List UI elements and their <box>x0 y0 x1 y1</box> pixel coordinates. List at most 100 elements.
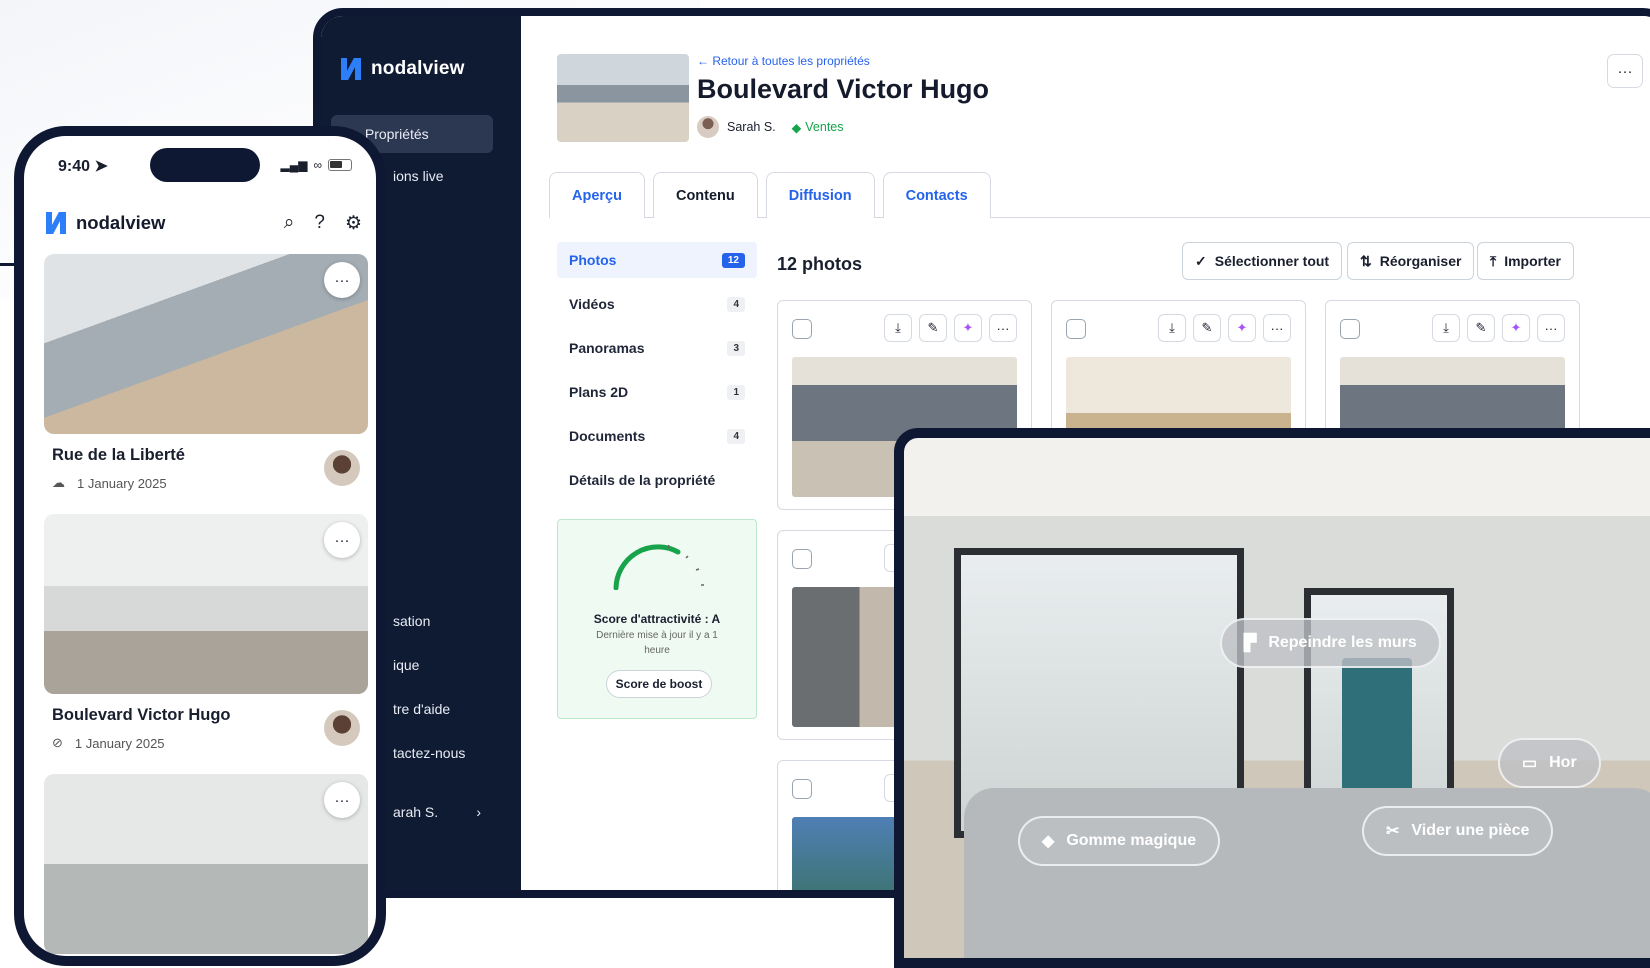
more-icon[interactable]: ··· <box>324 522 360 558</box>
sidebar-user[interactable]: arah S. › <box>381 793 491 831</box>
tab-contacts[interactable]: Contacts <box>882 172 991 218</box>
nodalview-logo-icon <box>46 212 66 234</box>
status-time: 9:40 ➤ <box>58 158 108 175</box>
select-all-button[interactable]: ✓ Sélectionner tout <box>1182 242 1343 280</box>
more-icon[interactable]: ··· <box>1537 314 1565 342</box>
category-photos[interactable]: Photos 12 <box>557 242 757 278</box>
count-badge: 3 <box>727 340 745 356</box>
sofa-image <box>964 788 1650 958</box>
gauge-icon <box>613 544 704 590</box>
category-plans[interactable]: Plans 2D 1 <box>557 374 757 410</box>
edit-icon[interactable]: ✎ <box>919 314 947 342</box>
brand-name: nodalview <box>371 58 465 79</box>
tab-diffusion[interactable]: Diffusion <box>765 172 875 218</box>
listing-image <box>44 514 368 694</box>
avatar <box>697 116 719 138</box>
category-panoramas[interactable]: Panoramas 3 <box>557 330 757 366</box>
score-title: Score d'attractivité : A <box>593 612 721 626</box>
phone-frame: 9:40 ➤ ▂▄▆ ∞ nodalview ⌕ ? ⚙ ··· Rue de … <box>14 126 386 966</box>
listing-card[interactable]: ··· Rue de la Liberté ☁ 1 January 2025 <box>44 254 368 491</box>
tag-icon: ◆ <box>791 120 802 135</box>
avatar <box>324 450 360 486</box>
more-icon[interactable]: ··· <box>324 782 360 818</box>
sparkle-icon[interactable]: ✦ <box>1228 314 1256 342</box>
listing-image <box>44 774 368 954</box>
score-card: Score d'attractivité : A Dernière mise à… <box>557 519 757 719</box>
signal-icon: ▂▄▆ <box>280 158 308 172</box>
edit-icon[interactable]: ✎ <box>1467 314 1495 342</box>
help-icon[interactable]: ? <box>314 212 325 235</box>
listing-image <box>44 254 368 434</box>
repaint-walls-button[interactable]: ▛ Repeindre les murs <box>1220 618 1441 668</box>
sidebar-item-contact[interactable]: tactez-nous <box>381 734 543 772</box>
eraser-icon: ◆ <box>1042 833 1055 850</box>
paint-roller-icon: ▛ <box>1244 635 1257 652</box>
listing-name: Rue de la Liberté <box>52 446 185 464</box>
listing-date: ☁ 1 January 2025 <box>52 475 167 491</box>
search-icon[interactable]: ⌕ <box>284 212 295 235</box>
link-icon: ∞ <box>313 158 322 172</box>
download-icon[interactable]: ⤓ <box>1432 314 1460 342</box>
check-icon: ✓ <box>1195 252 1207 269</box>
more-options-button[interactable]: ··· <box>1607 54 1643 88</box>
arrow-left-icon: ← <box>697 54 713 68</box>
cloud-off-icon: ⊘ <box>52 735 63 750</box>
more-icon[interactable]: ··· <box>1263 314 1291 342</box>
listing-date: ⊘ 1 January 2025 <box>52 735 165 751</box>
tablet-frame: ▛ Repeindre les murs ▭ Hor ◆ Gomme magique … <box>894 428 1650 968</box>
dynamic-island <box>150 148 260 182</box>
magic-eraser-button[interactable]: ◆ Gomme magique <box>1018 816 1221 866</box>
download-icon[interactable]: ⤓ <box>1158 314 1186 342</box>
sidebar-item-sation[interactable]: sation <box>381 602 543 640</box>
agent-name: Sarah S. <box>727 120 776 134</box>
photo-checkbox[interactable] <box>1066 319 1086 339</box>
home-staging-button[interactable]: ▭ Hor <box>1498 738 1601 788</box>
empty-room-button[interactable]: ✂ Vider une pièce <box>1362 806 1554 856</box>
category-documents[interactable]: Documents 4 <box>557 418 757 454</box>
photo-checkbox[interactable] <box>792 319 812 339</box>
download-icon[interactable]: ⤓ <box>884 314 912 342</box>
sidebar-item-live[interactable]: ions live <box>381 157 543 195</box>
count-badge: 1 <box>727 384 745 400</box>
category-list: Photos 12 Vidéos 4 Panoramas 3 Plans 2D 1 Do… <box>557 242 757 506</box>
phone-brand[interactable]: nodalview <box>46 212 165 234</box>
import-button[interactable]: ⤒ Importer <box>1477 242 1574 280</box>
painting-image <box>1342 658 1412 798</box>
photo-checkbox[interactable] <box>792 549 812 569</box>
phone-header-icons: ⌕ ? ⚙ <box>284 212 362 235</box>
listing-card[interactable]: ··· Boulevard Victor Hugo ⊘ 1 January 202… <box>44 514 368 751</box>
back-link[interactable]: ← Retour à toutes les propriétés <box>697 54 870 68</box>
photo-checkbox[interactable] <box>1340 319 1360 339</box>
photo-count: 12 photos <box>777 254 863 274</box>
listing-name: Boulevard Victor Hugo <box>52 706 231 724</box>
page-title: Boulevard Victor Hugo <box>697 74 990 104</box>
count-badge: 4 <box>727 428 745 444</box>
score-subtitle: Dernière mise à jour il y a 1 heure <box>596 630 718 656</box>
tab-bar: Aperçu Contenu Diffusion Contacts <box>549 172 1650 218</box>
sparkle-icon[interactable]: ✦ <box>954 314 982 342</box>
listing-card[interactable]: ··· <box>44 774 368 954</box>
category-videos[interactable]: Vidéos 4 <box>557 286 757 322</box>
category-details[interactable]: Détails de la propriété <box>557 462 757 498</box>
sidebar-item-aide[interactable]: tre d'aide <box>381 690 543 728</box>
sidebar-item-ique[interactable]: ique <box>381 646 543 684</box>
chevron-right-icon: › <box>476 804 481 820</box>
location-arrow-icon: ➤ <box>94 158 108 175</box>
photo-checkbox[interactable] <box>792 779 812 799</box>
more-icon[interactable]: ··· <box>989 314 1017 342</box>
broom-icon: ✂ <box>1386 823 1400 840</box>
edit-icon[interactable]: ✎ <box>1193 314 1221 342</box>
count-badge: 4 <box>727 296 745 312</box>
reorder-button[interactable]: ⇅ Réorganiser <box>1347 242 1475 280</box>
tab-contenu[interactable]: Contenu <box>652 172 758 218</box>
property-thumbnail <box>557 54 689 142</box>
sparkle-icon[interactable]: ✦ <box>1502 314 1530 342</box>
more-icon[interactable]: ··· <box>324 262 360 298</box>
gear-icon[interactable]: ⚙ <box>345 212 362 235</box>
nodalview-logo-icon <box>341 58 361 80</box>
count-badge: 12 <box>721 252 745 268</box>
desktop-brand[interactable]: nodalview <box>341 58 465 80</box>
battery-icon <box>328 159 352 171</box>
tab-apercu[interactable]: Aperçu <box>549 172 645 218</box>
boost-score-button[interactable]: Score de boost <box>606 670 712 698</box>
